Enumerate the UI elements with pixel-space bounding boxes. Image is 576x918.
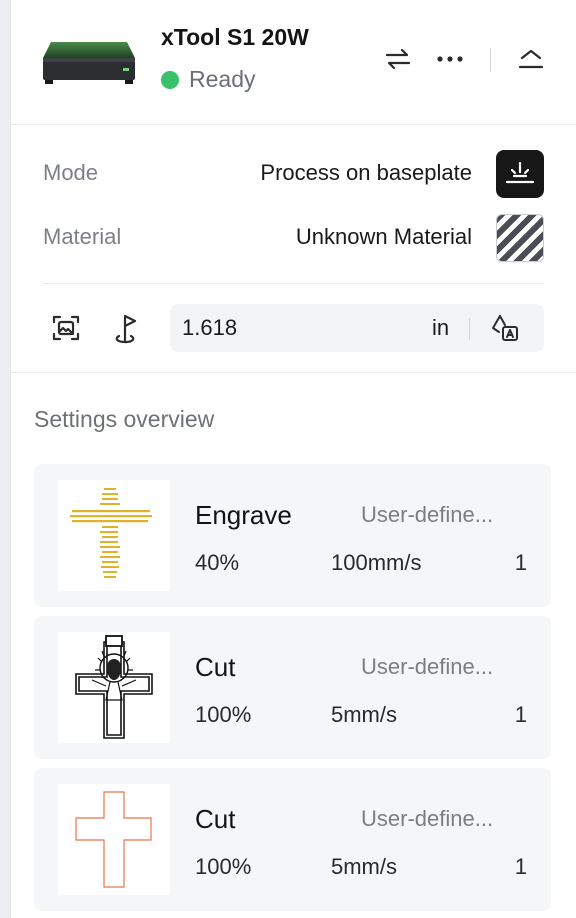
left-rail — [0, 0, 11, 918]
card-power: 100% — [195, 702, 252, 727]
section-divider — [11, 372, 576, 373]
material-label: Material — [43, 224, 122, 249]
card-passes: 1 — [514, 854, 527, 879]
divider — [43, 283, 544, 284]
more-dots-icon[interactable] — [435, 44, 465, 74]
card-type: Cut — [195, 804, 236, 834]
card-type: Cut — [195, 652, 236, 682]
setting-card-engrave[interactable]: Engrave User-define... 40% 100mm/s 1 — [34, 464, 551, 607]
collapse-icon[interactable] — [516, 44, 546, 74]
settings-overview-title: Settings overview — [34, 406, 215, 432]
baseplate-mode-icon[interactable] — [496, 150, 544, 198]
setting-card-cut[interactable]: Cut User-define... 100% 5mm/s 1 — [34, 616, 551, 759]
auto-measure-icon[interactable] — [488, 312, 522, 344]
device-thumbnail — [43, 42, 135, 84]
device-panel: xTool S1 20W Ready Mode Process on basep… — [11, 0, 576, 918]
status-dot — [161, 70, 179, 89]
card-speed: 5mm/s — [331, 702, 397, 727]
card-power: 40% — [195, 550, 240, 575]
height-value[interactable]: 1.618 — [182, 315, 237, 341]
height-separator — [469, 318, 470, 340]
material-value[interactable]: Unknown Material — [296, 224, 472, 250]
card-power: 100% — [195, 854, 252, 879]
material-swatch-icon[interactable] — [496, 214, 544, 262]
camera-frame-icon[interactable] — [48, 310, 84, 346]
height-unit: in — [432, 315, 450, 340]
card-preset[interactable]: User-define... — [361, 806, 493, 832]
card-passes: 1 — [514, 702, 527, 727]
card-type: Engrave — [195, 500, 292, 530]
header-divider — [490, 48, 491, 72]
card-preset[interactable]: User-define... — [361, 502, 493, 528]
device-name: xTool S1 20W — [161, 24, 309, 50]
mode-value[interactable]: Process on baseplate — [260, 160, 472, 186]
switch-arrows-icon[interactable] — [383, 44, 413, 74]
height-input[interactable]: 1.618 in — [170, 304, 544, 352]
status-text: Ready — [189, 66, 256, 92]
card-passes: 1 — [514, 550, 527, 575]
engrave-preview — [58, 480, 170, 591]
card-speed: 100mm/s — [331, 550, 422, 575]
device-status: Ready — [161, 66, 255, 93]
cut-preview-crucifix — [58, 632, 170, 743]
card-speed: 5mm/s — [331, 854, 397, 879]
setting-card-cut-cross[interactable]: Cut User-define... 100% 5mm/s 1 — [34, 768, 551, 911]
device-header: xTool S1 20W Ready — [11, 0, 576, 125]
cut-preview-cross — [58, 784, 170, 895]
position-flag-icon[interactable] — [109, 310, 145, 346]
mode-label: Mode — [43, 160, 99, 185]
card-preset[interactable]: User-define... — [361, 654, 493, 680]
